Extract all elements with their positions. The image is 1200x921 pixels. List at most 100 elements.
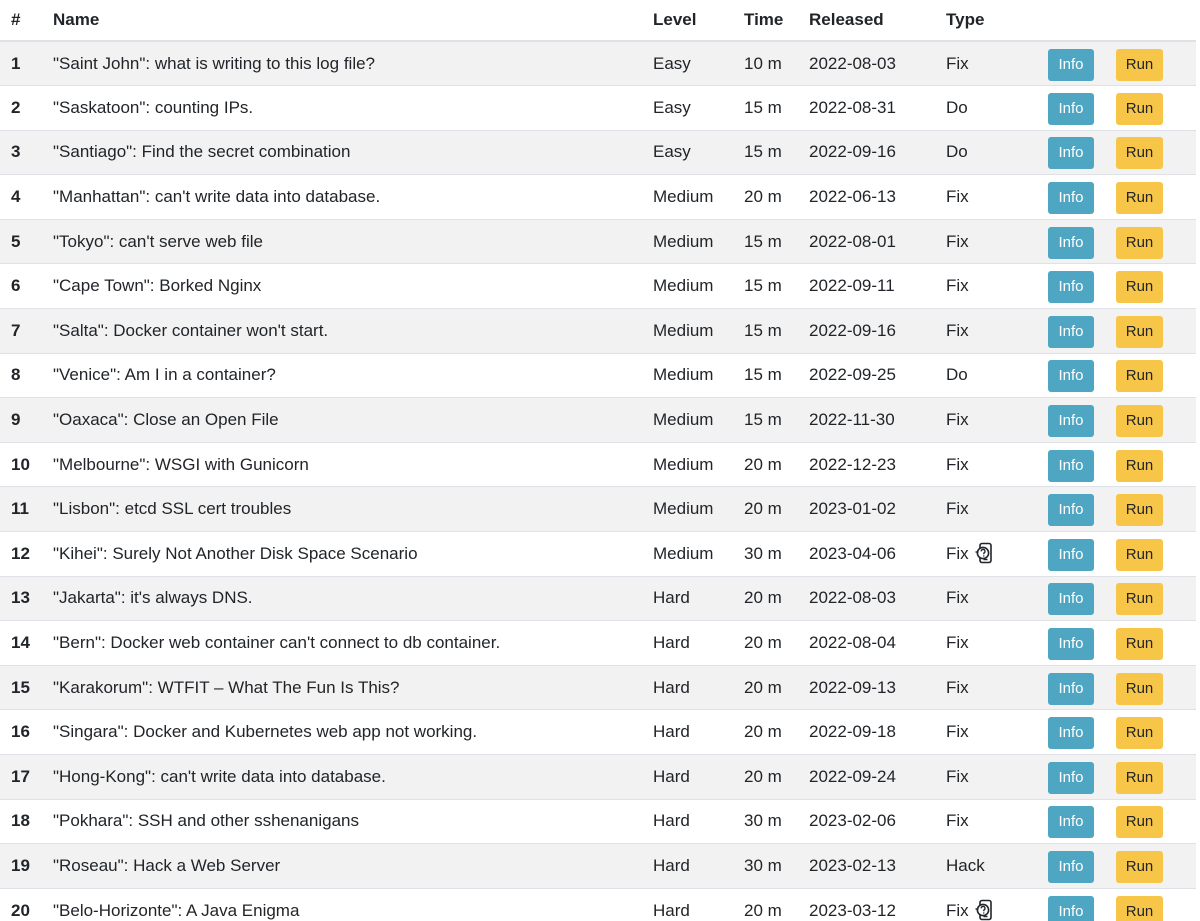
info-button[interactable]: Info bbox=[1048, 271, 1094, 304]
info-cell: Info bbox=[1048, 531, 1116, 577]
scenario-released: 2022-09-24 bbox=[798, 754, 935, 800]
header-type[interactable]: Type bbox=[935, 0, 1048, 42]
scenario-name: "Hong-Kong": can't write data into datab… bbox=[42, 754, 642, 800]
scenario-type-wrap: Fix bbox=[946, 321, 969, 341]
run-button[interactable]: Run bbox=[1116, 628, 1163, 661]
info-button[interactable]: Info bbox=[1048, 405, 1094, 438]
run-button[interactable]: Run bbox=[1116, 226, 1163, 259]
scenario-released: 2022-09-11 bbox=[798, 263, 935, 309]
info-button[interactable]: Info bbox=[1048, 182, 1094, 215]
run-button[interactable]: Run bbox=[1116, 92, 1163, 125]
scenario-type-wrap: Fix bbox=[946, 633, 969, 653]
row-number: 11 bbox=[0, 486, 42, 532]
run-button[interactable]: Run bbox=[1116, 271, 1163, 304]
run-button[interactable]: Run bbox=[1116, 315, 1163, 348]
info-cell: Info bbox=[1048, 397, 1116, 443]
table-row: 13 "Jakarta": it's always DNS. Hard 20 m… bbox=[0, 575, 1196, 621]
scenario-type: Hack bbox=[946, 855, 985, 875]
phone-help-icon bbox=[974, 542, 996, 566]
scenario-level: Easy bbox=[642, 40, 733, 86]
scenario-type-cell: Fix bbox=[935, 218, 1048, 264]
run-button[interactable]: Run bbox=[1116, 895, 1163, 921]
scenario-released: 2022-08-31 bbox=[798, 85, 935, 131]
table-row: 2 "Saskatoon": counting IPs. Easy 15 m 2… bbox=[0, 85, 1196, 131]
row-number: 16 bbox=[0, 709, 42, 755]
run-button[interactable]: Run bbox=[1116, 672, 1163, 705]
run-button[interactable]: Run bbox=[1116, 761, 1163, 794]
scenario-type-cell: Do bbox=[935, 129, 1048, 175]
info-button[interactable]: Info bbox=[1048, 360, 1094, 393]
scenario-time: 20 m bbox=[733, 174, 798, 220]
scenario-type: Fix bbox=[946, 633, 969, 653]
header-released[interactable]: Released bbox=[798, 0, 935, 42]
table-row: 9 "Oaxaca": Close an Open File Medium 15… bbox=[0, 397, 1196, 443]
scenario-level: Medium bbox=[642, 174, 733, 220]
scenario-released: 2022-08-01 bbox=[798, 218, 935, 264]
run-button[interactable]: Run bbox=[1116, 583, 1163, 616]
info-cell: Info bbox=[1048, 664, 1116, 710]
scenario-type-wrap: Do bbox=[946, 98, 968, 118]
run-cell: Run bbox=[1116, 887, 1196, 921]
scenario-level: Easy bbox=[642, 129, 733, 175]
row-number: 2 bbox=[0, 85, 42, 131]
scenario-time: 30 m bbox=[733, 843, 798, 889]
scenario-released: 2023-03-12 bbox=[798, 887, 935, 921]
scenario-type-wrap: Fix bbox=[946, 899, 996, 921]
header-name[interactable]: Name bbox=[42, 0, 642, 42]
table-row: 4 "Manhattan": can't write data into dat… bbox=[0, 174, 1196, 220]
info-button[interactable]: Info bbox=[1048, 628, 1094, 661]
run-cell: Run bbox=[1116, 620, 1196, 666]
scenario-type-wrap: Do bbox=[946, 365, 968, 385]
info-button[interactable]: Info bbox=[1048, 850, 1094, 883]
scenario-type-cell: Do bbox=[935, 352, 1048, 398]
info-button[interactable]: Info bbox=[1048, 137, 1094, 170]
info-button[interactable]: Info bbox=[1048, 315, 1094, 348]
run-button[interactable]: Run bbox=[1116, 360, 1163, 393]
info-button[interactable]: Info bbox=[1048, 672, 1094, 705]
header-level[interactable]: Level bbox=[642, 0, 733, 42]
scenario-type: Do bbox=[946, 97, 968, 117]
scenario-type-cell: Fix bbox=[935, 531, 1048, 577]
scenario-type-wrap: Fix bbox=[946, 678, 969, 698]
info-button[interactable]: Info bbox=[1048, 761, 1094, 794]
row-number: 18 bbox=[0, 798, 42, 844]
phone-help-icon bbox=[974, 899, 996, 921]
scenario-released: 2023-01-02 bbox=[798, 486, 935, 532]
run-button[interactable]: Run bbox=[1116, 717, 1163, 750]
scenario-type-cell: Fix bbox=[935, 40, 1048, 86]
run-button[interactable]: Run bbox=[1116, 538, 1163, 571]
info-button[interactable]: Info bbox=[1048, 226, 1094, 259]
info-button[interactable]: Info bbox=[1048, 48, 1094, 81]
info-button[interactable]: Info bbox=[1048, 92, 1094, 125]
scenario-type: Fix bbox=[946, 499, 969, 519]
scenario-type-cell: Fix bbox=[935, 308, 1048, 354]
scenario-time: 20 m bbox=[733, 441, 798, 487]
info-button[interactable]: Info bbox=[1048, 583, 1094, 616]
info-button[interactable]: Info bbox=[1048, 717, 1094, 750]
header-row: # Name Level Time Released Type bbox=[0, 0, 1196, 42]
run-cell: Run bbox=[1116, 129, 1196, 175]
table-row: 10 "Melbourne": WSGI with Gunicorn Mediu… bbox=[0, 441, 1196, 487]
run-button[interactable]: Run bbox=[1116, 405, 1163, 438]
info-button[interactable]: Info bbox=[1048, 806, 1094, 839]
scenario-released: 2022-09-16 bbox=[798, 129, 935, 175]
run-button[interactable]: Run bbox=[1116, 449, 1163, 482]
run-button[interactable]: Run bbox=[1116, 806, 1163, 839]
run-button[interactable]: Run bbox=[1116, 137, 1163, 170]
run-button[interactable]: Run bbox=[1116, 48, 1163, 81]
info-button[interactable]: Info bbox=[1048, 538, 1094, 571]
run-button[interactable]: Run bbox=[1116, 182, 1163, 215]
info-button[interactable]: Info bbox=[1048, 494, 1094, 527]
scenario-type-cell: Fix bbox=[935, 798, 1048, 844]
info-button[interactable]: Info bbox=[1048, 449, 1094, 482]
row-number: 19 bbox=[0, 843, 42, 889]
run-button[interactable]: Run bbox=[1116, 850, 1163, 883]
header-time[interactable]: Time bbox=[733, 0, 798, 42]
scenario-level: Hard bbox=[642, 575, 733, 621]
info-cell: Info bbox=[1048, 218, 1116, 264]
table-row: 11 "Lisbon": etcd SSL cert troubles Medi… bbox=[0, 486, 1196, 532]
run-button[interactable]: Run bbox=[1116, 494, 1163, 527]
row-number: 13 bbox=[0, 575, 42, 621]
scenario-name: "Roseau": Hack a Web Server bbox=[42, 843, 642, 889]
info-button[interactable]: Info bbox=[1048, 895, 1094, 921]
